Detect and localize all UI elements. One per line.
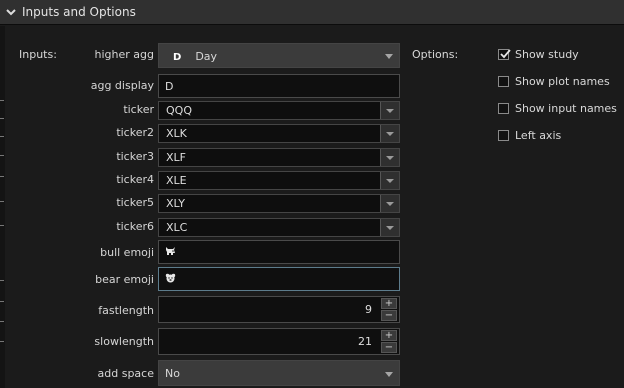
show-input-names-label: Show input names [515, 102, 617, 115]
ticker6-dropdown-button[interactable] [380, 219, 399, 236]
ticker3-dropdown-button[interactable] [380, 149, 399, 166]
chevron-down-icon [386, 132, 394, 136]
fastlength-increment-button[interactable]: + [381, 298, 397, 309]
left-edge-strip [0, 26, 5, 388]
checkmark-icon [500, 49, 511, 59]
slowlength-decrement-button[interactable]: − [381, 342, 397, 353]
ticker5-dropdown-button[interactable] [380, 195, 399, 212]
ticker3-select[interactable]: XLF [158, 148, 400, 167]
bear-emoji-label: bear emoji [95, 273, 154, 286]
dropdown-arrow-icon [385, 372, 393, 377]
left-axis-label: Left axis [515, 129, 562, 142]
fastlength-stepper[interactable]: 9 + − [158, 296, 400, 323]
show-study-checkbox[interactable] [498, 49, 511, 60]
agg-display-label: agg display [90, 79, 154, 92]
dropdown-arrow-icon [385, 54, 393, 59]
higher-agg-label: higher agg [94, 48, 154, 61]
show-study-label: Show study [515, 48, 579, 61]
ticker4-value: XLE [166, 174, 187, 187]
chevron-down-icon [386, 179, 394, 183]
ticker5-label: ticker5 [116, 196, 154, 209]
ticker-value: QQQ [166, 104, 192, 117]
slowlength-increment-button[interactable]: + [381, 330, 397, 341]
ticker4-label: ticker4 [116, 173, 154, 186]
bear-icon [165, 273, 176, 283]
chevron-down-icon [386, 156, 394, 160]
show-plot-names-checkbox[interactable] [498, 76, 509, 87]
ticker2-value: XLK [166, 127, 187, 140]
show-plot-names-label: Show plot names [515, 75, 610, 88]
ticker5-select[interactable]: XLY [158, 194, 400, 213]
ticker3-label: ticker3 [116, 150, 154, 163]
bull-emoji-label: bull emoji [100, 246, 154, 259]
agg-display-value: D [165, 80, 174, 93]
ticker6-label: ticker6 [116, 220, 154, 233]
ticker4-dropdown-button[interactable] [380, 172, 399, 189]
chevron-down-icon [386, 226, 394, 230]
ticker6-value: XLC [166, 221, 188, 234]
fastlength-value: 9 [365, 303, 372, 316]
left-axis-checkbox[interactable] [498, 130, 509, 141]
inputs-section-label: Inputs: [19, 48, 57, 61]
add-space-label: add space [97, 367, 154, 380]
ticker5-value: XLY [166, 197, 185, 210]
chevron-down-icon[interactable] [5, 6, 17, 18]
agg-display-input[interactable]: D [158, 74, 400, 98]
ticker-dropdown-button[interactable] [380, 102, 399, 119]
options-section-label: Options: [412, 48, 459, 61]
bear-emoji-input[interactable] [158, 267, 400, 291]
ticker-select[interactable]: QQQ [158, 101, 400, 120]
ticker4-select[interactable]: XLE [158, 171, 400, 190]
show-input-names-checkbox[interactable] [498, 103, 509, 114]
ticker6-select[interactable]: XLC [158, 218, 400, 237]
higher-agg-value: Day [195, 50, 218, 63]
aggregation-badge: D [173, 52, 182, 63]
add-space-dropdown[interactable]: No [158, 360, 400, 386]
panel-title: Inputs and Options [22, 5, 136, 19]
panel-header[interactable]: Inputs and Options [0, 0, 624, 25]
bull-emoji-input[interactable] [158, 240, 400, 264]
ticker2-dropdown-button[interactable] [380, 125, 399, 142]
slowlength-label: slowlength [94, 335, 154, 348]
higher-agg-dropdown[interactable]: D Day [158, 43, 400, 68]
ticker3-value: XLF [166, 151, 186, 164]
fastlength-decrement-button[interactable]: − [381, 310, 397, 321]
chevron-down-icon [386, 202, 394, 206]
add-space-value: No [165, 367, 180, 380]
ticker-label: ticker [123, 103, 154, 116]
chevron-down-icon [386, 109, 394, 113]
fastlength-label: fastlength [98, 304, 154, 317]
ticker2-select[interactable]: XLK [158, 124, 400, 143]
bull-icon [166, 247, 175, 255]
slowlength-value: 21 [358, 335, 372, 348]
ticker2-label: ticker2 [116, 126, 154, 139]
slowlength-stepper[interactable]: 21 + − [158, 328, 400, 355]
